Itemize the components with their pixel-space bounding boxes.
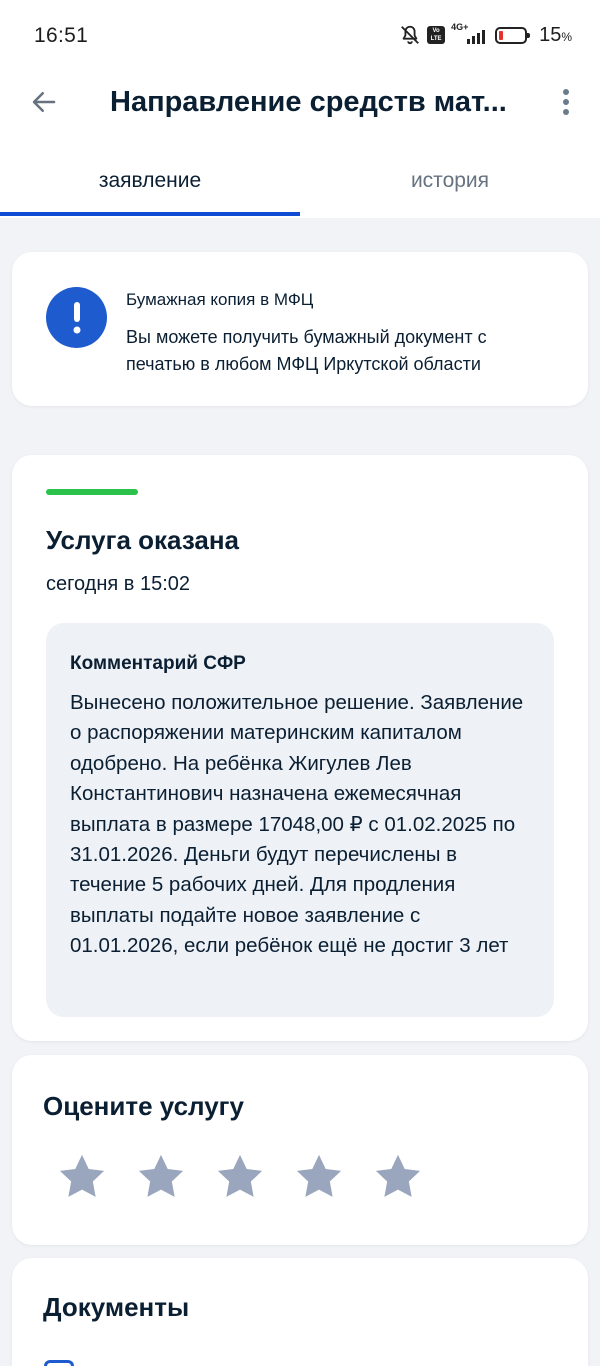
arrow-left-icon bbox=[32, 92, 56, 112]
tabs: заявление история bbox=[0, 142, 600, 218]
bell-off-icon bbox=[401, 25, 419, 45]
signal-icon: 4G+ bbox=[451, 22, 486, 46]
more-vertical-icon bbox=[563, 89, 569, 95]
comment-box: Комментарий СФР Вынесено положительное р… bbox=[46, 623, 554, 1017]
rate-title: Оцените услугу bbox=[43, 1091, 244, 1121]
info-card: Бумажная копия в МФЦ Вы можете получить … bbox=[12, 252, 588, 406]
star-icon[interactable] bbox=[293, 1151, 345, 1203]
status-bar: 16:51 Vo LTE 4G+ 15% bbox=[0, 0, 600, 70]
battery-icon bbox=[495, 26, 531, 44]
star-icon[interactable] bbox=[135, 1151, 187, 1203]
star-icon[interactable] bbox=[56, 1151, 108, 1203]
star-icon[interactable] bbox=[372, 1151, 424, 1203]
documents-card: Документы bbox=[12, 1258, 588, 1366]
page-title: Направление средств мат... bbox=[110, 86, 507, 118]
status-card: Услуга оказана сегодня в 15:02 Комментар… bbox=[12, 455, 588, 1041]
back-button[interactable] bbox=[26, 84, 62, 120]
rate-card: Оцените услугу bbox=[12, 1055, 588, 1245]
status-indicator bbox=[46, 489, 138, 495]
documents-title: Документы bbox=[43, 1292, 190, 1322]
status-date: сегодня в 15:02 bbox=[46, 573, 190, 595]
battery-fill bbox=[499, 30, 504, 40]
tab-history[interactable]: история bbox=[300, 142, 600, 218]
tab-application[interactable]: заявление bbox=[0, 142, 300, 218]
app-bar: Направление средств мат... bbox=[0, 70, 600, 142]
screen: 16:51 Vo LTE 4G+ 15% Направление средств… bbox=[0, 0, 600, 1366]
info-text: Вы можете получить бумажный документ с п… bbox=[126, 327, 487, 374]
status-title: Услуга оказана bbox=[46, 525, 240, 555]
comment-title: Комментарий СФР bbox=[70, 653, 246, 674]
rating-stars bbox=[56, 1151, 424, 1203]
star-icon[interactable] bbox=[214, 1151, 266, 1203]
document-icon[interactable] bbox=[44, 1360, 74, 1366]
info-title: Бумажная копия в МФЦ bbox=[126, 290, 314, 309]
exclamation-icon bbox=[46, 287, 107, 348]
more-button[interactable] bbox=[554, 84, 578, 120]
status-time: 16:51 bbox=[34, 24, 89, 47]
battery-percent: 15% bbox=[539, 23, 572, 46]
network-type: 4G+ bbox=[451, 22, 469, 32]
status-icons: Vo LTE 4G+ 15% bbox=[399, 22, 572, 48]
comment-text: Вынесено положительное решение. Заявлени… bbox=[70, 691, 524, 958]
volte-icon: Vo LTE bbox=[427, 26, 446, 44]
